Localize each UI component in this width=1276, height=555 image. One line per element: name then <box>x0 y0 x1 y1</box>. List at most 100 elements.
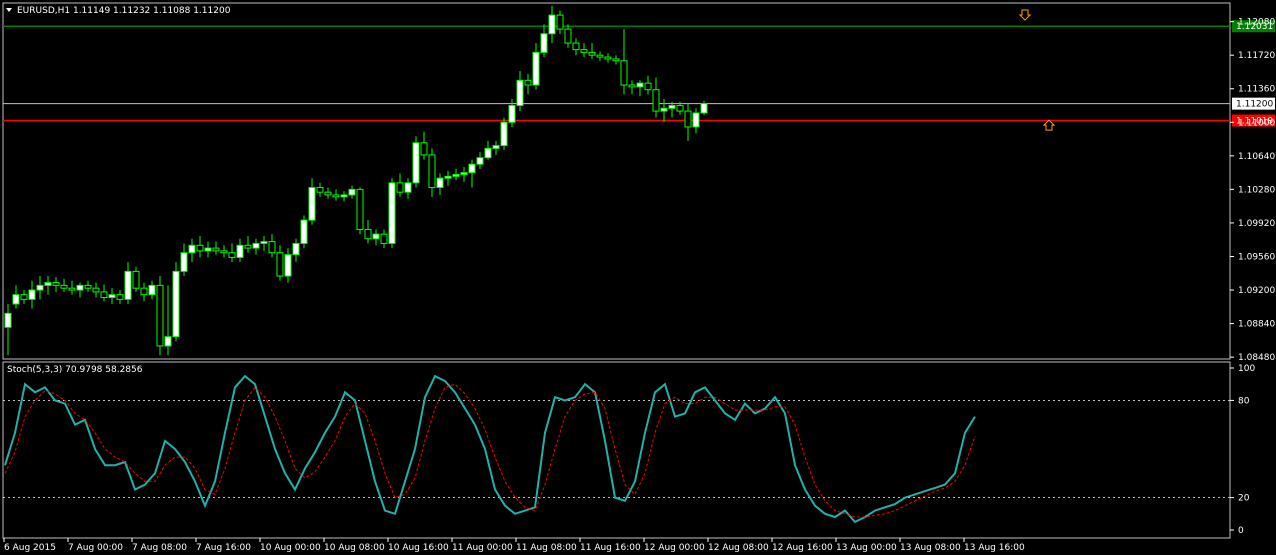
bull-candle[interactable] <box>180 252 188 272</box>
stochastic-pane[interactable] <box>2 361 1231 539</box>
bull-candle[interactable] <box>636 82 644 88</box>
bear-candle[interactable] <box>684 110 692 128</box>
bull-candle[interactable] <box>4 312 12 328</box>
stoch-tick-label: 20 <box>1238 494 1250 504</box>
bear-candle[interactable] <box>92 287 100 293</box>
bull-candle[interactable] <box>532 51 540 86</box>
bull-candle[interactable] <box>300 219 308 244</box>
bear-candle[interactable] <box>228 252 236 258</box>
bull-candle[interactable] <box>548 14 556 35</box>
bull-candle[interactable] <box>500 121 508 147</box>
bear-candle[interactable] <box>380 233 388 244</box>
bear-candle[interactable] <box>140 287 148 296</box>
bull-candle[interactable] <box>44 282 52 286</box>
bear-candle[interactable] <box>196 244 204 252</box>
bull-candle[interactable] <box>340 194 348 198</box>
trading-chart[interactable]: 1.120311.112001.11019 1.120801.117201.11… <box>0 0 1276 555</box>
price-tick-label: 1.10280 <box>1238 185 1275 195</box>
bull-candle[interactable] <box>308 187 316 221</box>
bull-candle[interactable] <box>76 284 84 291</box>
bear-candle[interactable] <box>324 191 332 196</box>
bull-candle[interactable] <box>492 145 500 149</box>
bear-candle[interactable] <box>420 142 428 156</box>
bull-candle[interactable] <box>148 284 156 296</box>
bear-candle[interactable] <box>332 194 340 198</box>
bull-candle[interactable] <box>252 242 260 249</box>
bull-candle[interactable] <box>124 270 132 300</box>
time-label: 6 Aug 2015 <box>4 543 56 553</box>
bear-candle[interactable] <box>52 282 60 286</box>
bear-candle[interactable] <box>620 60 628 86</box>
bull-candle[interactable] <box>236 244 244 258</box>
bear-candle[interactable] <box>212 247 220 252</box>
bull-candle[interactable] <box>540 33 548 53</box>
bear-candle[interactable] <box>572 42 580 51</box>
bear-candle[interactable] <box>564 28 572 44</box>
bear-candle[interactable] <box>580 49 588 53</box>
bear-candle[interactable] <box>556 14 564 30</box>
bear-candle[interactable] <box>428 154 436 189</box>
price-tick-label: 1.11720 <box>1238 51 1275 61</box>
bull-candle[interactable] <box>516 79 524 107</box>
bear-candle[interactable] <box>364 228 372 240</box>
bull-candle[interactable] <box>372 233 380 240</box>
bull-candle[interactable] <box>292 242 300 256</box>
bear-candle[interactable] <box>276 252 284 277</box>
bull-candle[interactable] <box>388 182 396 244</box>
bull-candle[interactable] <box>436 177 444 189</box>
time-label: 11 Aug 00:00 <box>452 543 513 553</box>
bear-candle[interactable] <box>652 89 660 112</box>
bear-candle[interactable] <box>20 294 28 300</box>
bull-candle[interactable] <box>348 188 356 196</box>
bear-candle[interactable] <box>604 56 612 60</box>
bear-candle[interactable] <box>676 105 684 112</box>
bull-candle[interactable] <box>460 172 468 175</box>
bear-candle[interactable] <box>156 284 164 347</box>
bear-candle[interactable] <box>524 79 532 86</box>
bear-candle[interactable] <box>588 51 596 56</box>
bull-candle[interactable] <box>404 182 412 193</box>
bull-candle[interactable] <box>476 157 484 165</box>
bull-candle[interactable] <box>28 289 36 300</box>
bear-candle[interactable] <box>244 244 252 249</box>
bear-candle[interactable] <box>644 82 652 91</box>
bull-candle[interactable] <box>12 294 20 305</box>
bear-candle[interactable] <box>628 84 636 88</box>
bear-candle[interactable] <box>316 187 324 193</box>
bull-candle[interactable] <box>164 336 172 347</box>
bull-candle[interactable] <box>668 105 676 109</box>
bear-candle[interactable] <box>60 284 68 289</box>
bear-candle[interactable] <box>132 270 140 289</box>
bull-candle[interactable] <box>452 173 460 177</box>
bull-candle[interactable] <box>412 142 420 184</box>
time-label: 7 Aug 00:00 <box>68 543 123 553</box>
bull-candle[interactable] <box>700 103 708 114</box>
bull-candle[interactable] <box>284 254 292 277</box>
bear-candle[interactable] <box>596 54 604 58</box>
bear-candle[interactable] <box>268 241 276 254</box>
bear-candle[interactable] <box>220 250 228 254</box>
bull-candle[interactable] <box>444 175 452 179</box>
price-tick-label: 1.12080 <box>1238 18 1275 28</box>
bull-candle[interactable] <box>468 163 476 174</box>
time-label: 10 Aug 08:00 <box>324 543 385 553</box>
time-label: 12 Aug 16:00 <box>772 543 833 553</box>
bull-candle[interactable] <box>172 270 180 338</box>
bear-candle[interactable] <box>396 182 404 193</box>
bull-candle[interactable] <box>508 105 516 123</box>
bull-candle[interactable] <box>692 112 700 128</box>
bear-candle[interactable] <box>116 294 124 300</box>
bull-candle[interactable] <box>260 241 268 244</box>
bull-candle[interactable] <box>204 247 212 252</box>
bull-candle[interactable] <box>36 284 44 291</box>
bear-candle[interactable] <box>100 291 108 298</box>
bear-candle[interactable] <box>84 284 92 289</box>
bull-candle[interactable] <box>660 107 668 112</box>
bull-candle[interactable] <box>108 294 116 298</box>
bull-candle[interactable] <box>188 244 196 254</box>
bear-candle[interactable] <box>612 58 620 62</box>
bear-candle[interactable] <box>68 287 76 291</box>
bull-candle[interactable] <box>484 147 492 159</box>
price-tick-label: 1.11000 <box>1238 118 1275 128</box>
bear-candle[interactable] <box>356 188 364 230</box>
